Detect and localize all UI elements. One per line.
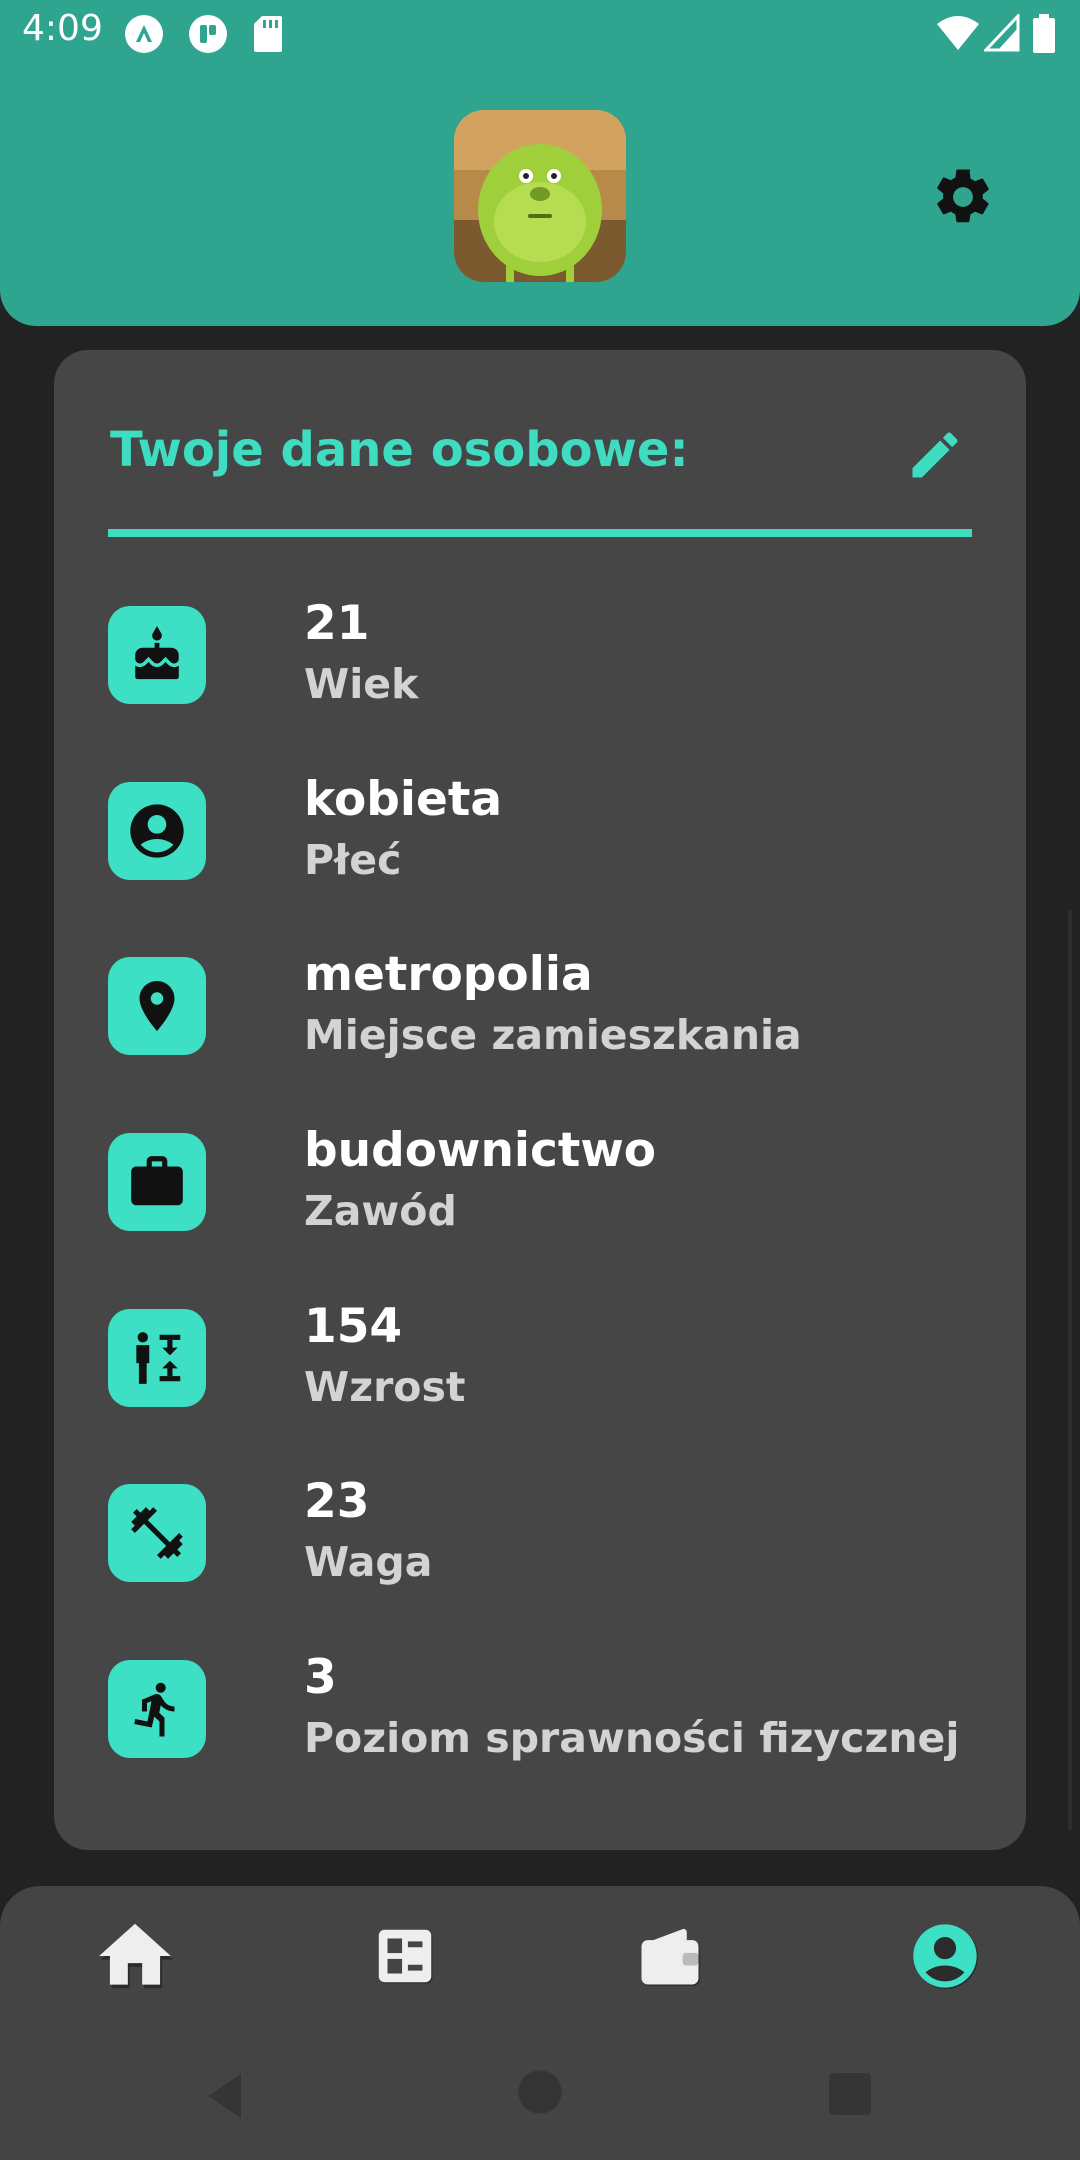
gender-label: Płeć	[304, 836, 402, 884]
info-row-weight[interactable]: 23 Waga	[108, 1474, 968, 1594]
fitness-value: 3	[304, 1650, 337, 1705]
status-bar: 4:09	[0, 0, 1080, 66]
nav-wallet[interactable]	[620, 1906, 720, 2006]
nav-dashboard[interactable]	[355, 1906, 455, 2006]
wifi-icon	[936, 14, 980, 56]
home-icon	[99, 1923, 173, 1989]
info-icon-container	[108, 1660, 206, 1758]
profession-value: budownictwo	[304, 1123, 657, 1178]
info-icon-container	[108, 1309, 206, 1407]
system-home-button[interactable]	[514, 2066, 566, 2122]
pencil-icon	[912, 432, 958, 478]
height-label: Wzrost	[304, 1363, 466, 1411]
location-label: Miejsce zamieszkania	[304, 1011, 802, 1059]
recents-square-icon	[829, 2073, 871, 2115]
profession-label: Zawód	[304, 1187, 457, 1235]
profile-avatar-image	[454, 110, 626, 282]
gear-icon	[937, 169, 989, 223]
info-icon-container	[108, 782, 206, 880]
app-notification-icon-2	[188, 14, 228, 58]
person-circle-icon	[130, 804, 184, 858]
profile-avatar[interactable]	[454, 110, 626, 282]
age-value: 21	[304, 596, 370, 651]
height-icon	[136, 1332, 181, 1384]
nav-account[interactable]	[895, 1906, 995, 2006]
app-notification-icon	[124, 14, 164, 58]
info-row-gender[interactable]: kobieta Płeć	[108, 772, 968, 892]
header: 4:09	[0, 0, 1080, 326]
info-icon-container	[108, 957, 206, 1055]
settings-button[interactable]	[924, 158, 1002, 236]
wallet-icon	[641, 1928, 700, 1986]
cake-icon	[135, 626, 179, 680]
weight-value: 23	[304, 1474, 370, 1529]
signal-icon	[982, 12, 1020, 56]
info-icon-container	[108, 606, 206, 704]
fitness-label: Poziom sprawności fizycznej	[304, 1714, 960, 1762]
nav-home[interactable]	[85, 1906, 185, 2006]
info-row-height[interactable]: 154 Wzrost	[108, 1299, 968, 1419]
sd-card-icon	[252, 14, 284, 58]
system-recents-button[interactable]	[822, 2066, 878, 2126]
card-title: Twoje dane osobowe:	[110, 422, 689, 478]
scrollbar[interactable]	[1068, 910, 1072, 1830]
age-label: Wiek	[304, 660, 419, 708]
running-icon	[134, 1682, 175, 1737]
personal-data-card: Twoje dane osobowe: 21 Wiek kobieta Płeć	[54, 350, 1026, 1850]
status-time: 4:09	[22, 8, 103, 49]
info-icon-container	[108, 1133, 206, 1231]
info-icon-container	[108, 1484, 206, 1582]
system-back-button[interactable]	[196, 2066, 256, 2130]
location-value: metropolia	[304, 947, 593, 1002]
title-divider	[108, 529, 972, 537]
gender-value: kobieta	[304, 772, 503, 827]
briefcase-icon	[131, 1156, 183, 1206]
dashboard-icon	[378, 1929, 433, 1984]
location-pin-icon	[139, 981, 175, 1031]
dumbbell-icon	[131, 1507, 183, 1559]
info-row-profession[interactable]: budownictwo Zawód	[108, 1123, 968, 1243]
info-row-fitness[interactable]: 3 Poziom sprawności fizycznej	[108, 1650, 968, 1770]
bottom-navigation	[0, 1886, 1080, 2160]
info-row-location[interactable]: metropolia Miejsce zamieszkania	[108, 947, 968, 1067]
info-row-age[interactable]: 21 Wiek	[108, 596, 968, 716]
back-triangle-icon	[208, 2073, 241, 2119]
battery-icon	[1032, 14, 1056, 58]
weight-label: Waga	[304, 1538, 433, 1586]
account-icon	[913, 1924, 978, 1989]
height-value: 154	[304, 1299, 403, 1354]
home-circle-icon	[518, 2070, 562, 2114]
edit-button[interactable]	[900, 420, 970, 490]
